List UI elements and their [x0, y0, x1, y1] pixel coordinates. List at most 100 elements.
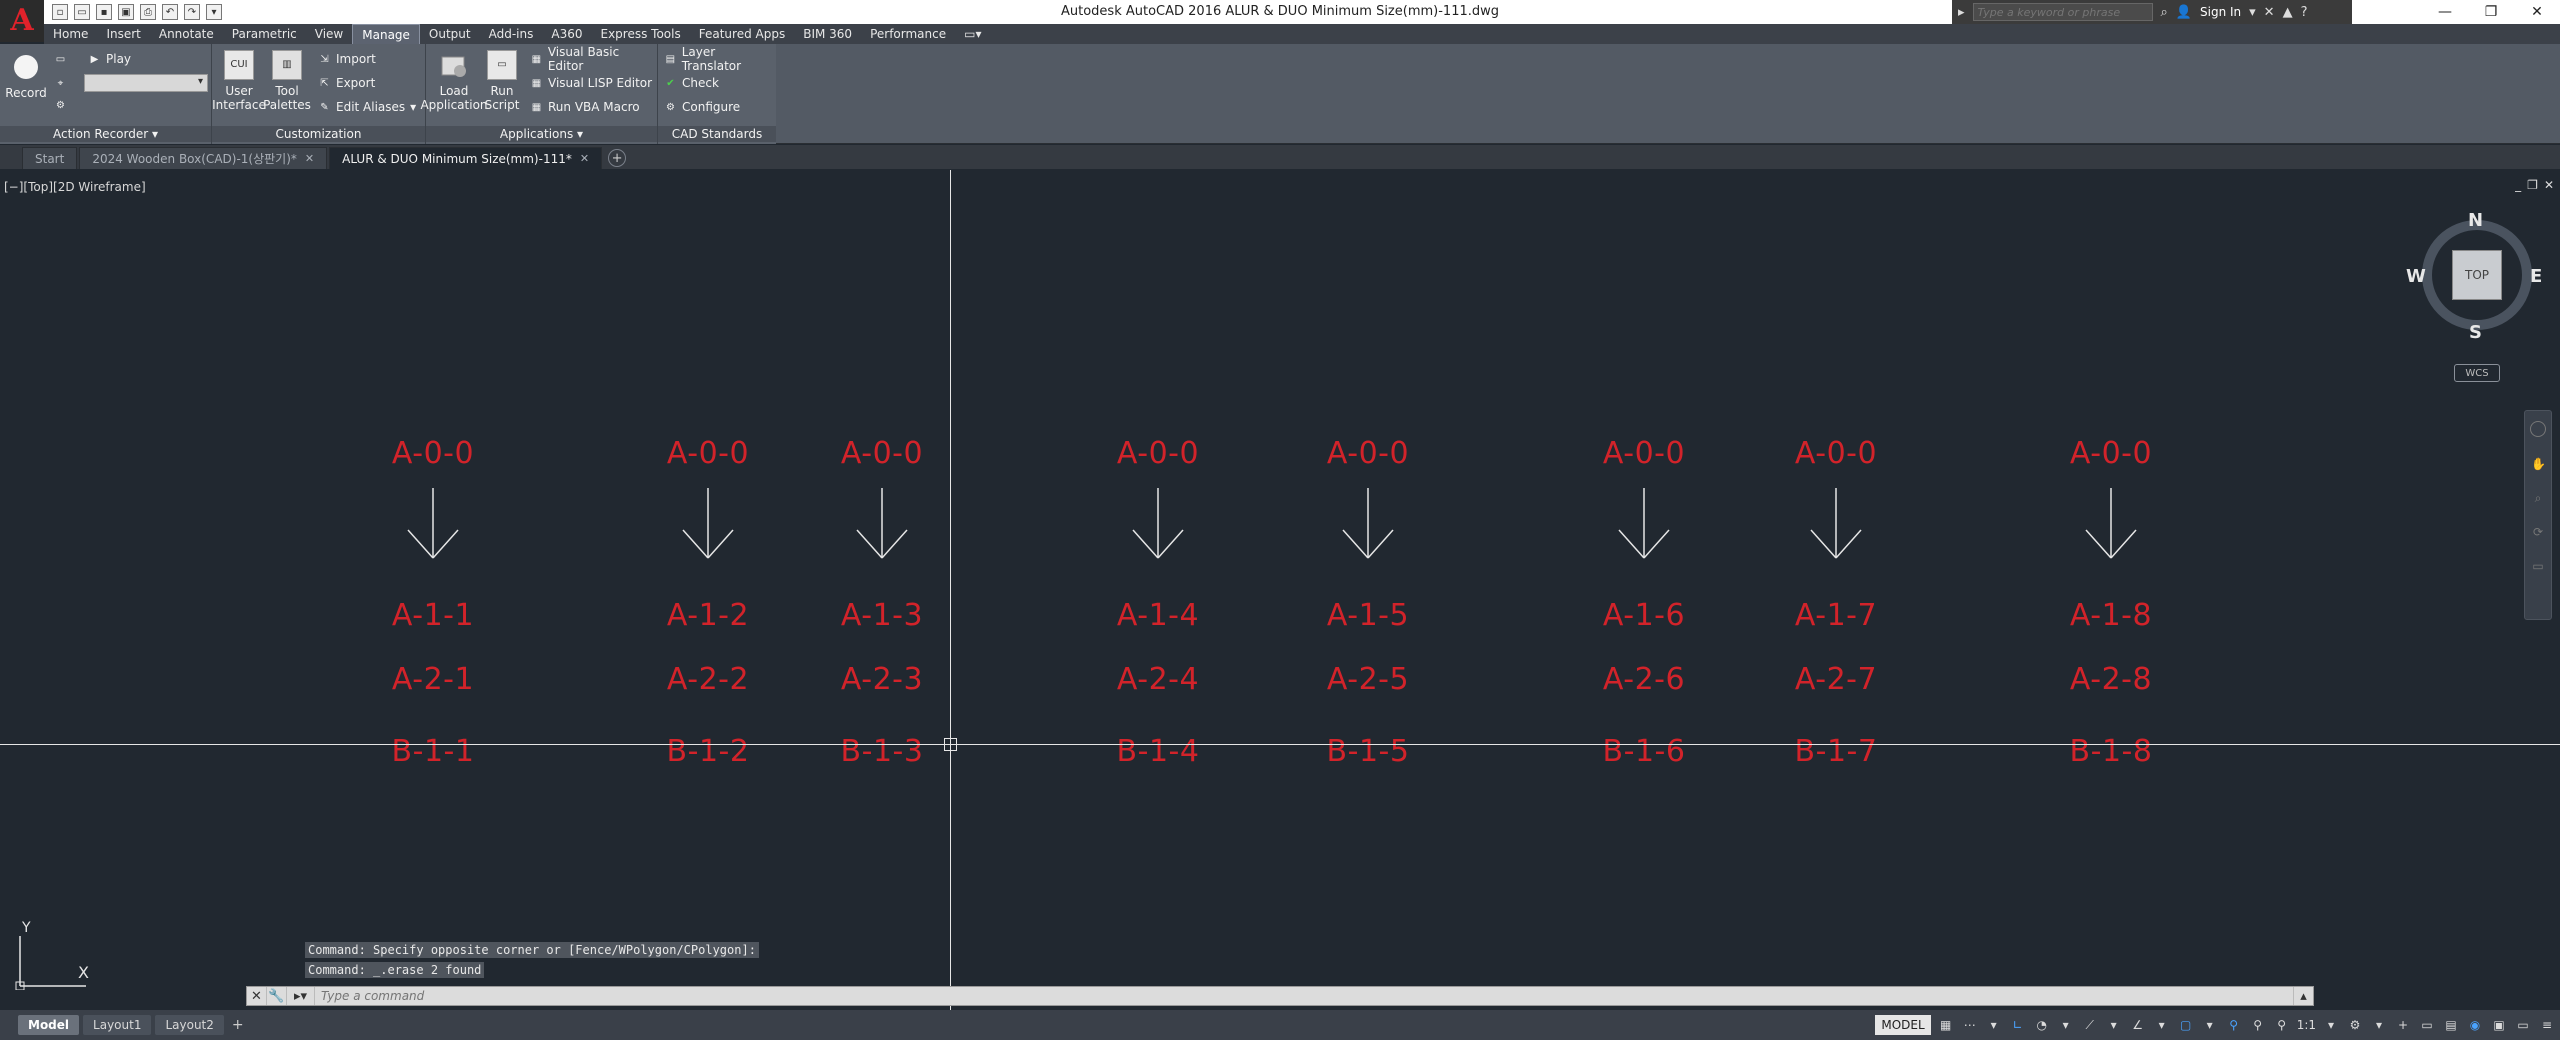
restore-icon[interactable]: ❐ — [2527, 178, 2538, 192]
object-snap-icon[interactable]: ▢ — [2177, 1016, 2195, 1034]
tab-view[interactable]: View — [306, 24, 352, 44]
play-button[interactable]: ▶ Play — [88, 50, 131, 68]
doc-tab-alur-duo[interactable]: ALUR & DUO Minimum Size(mm)-111* ✕ — [329, 147, 603, 169]
binoculars-icon[interactable]: ⌕ — [2161, 5, 2168, 20]
model-space-button[interactable]: MODEL — [1875, 1015, 1931, 1035]
drawing-canvas[interactable]: [−][Top][2D Wireframe] _ ❐ ✕ A-0-0 A-1-1… — [0, 170, 2560, 1014]
annotation-monitor-icon[interactable]: + — [2394, 1016, 2412, 1034]
zoom-icon[interactable]: ⌕ — [2531, 491, 2545, 505]
object-snap-tracking-icon[interactable]: ∠ — [2129, 1016, 2147, 1034]
viewport-controls-label[interactable]: [−][Top][2D Wireframe] — [4, 180, 146, 194]
compass-east[interactable]: E — [2530, 266, 2542, 287]
run-script-button[interactable]: ▭ Run Script — [482, 50, 522, 112]
sign-in-button[interactable]: Sign In — [2200, 5, 2241, 19]
viewcube-top-face[interactable]: TOP — [2452, 250, 2502, 300]
request-input-button[interactable]: ⌖ — [54, 74, 67, 92]
chevron-down-icon[interactable]: ▾ — [2322, 1016, 2340, 1034]
navigation-bar[interactable]: ✋ ⌕ ⟳ ▭ — [2524, 410, 2552, 620]
layout-tab-layout2[interactable]: Layout2 — [155, 1015, 224, 1035]
visual-basic-editor-button[interactable]: ▦ Visual Basic Editor — [530, 45, 657, 73]
tool-palettes-button[interactable]: ▥ Tool Palettes — [263, 50, 311, 112]
sign-in-dropdown-icon[interactable]: ▾ — [2249, 5, 2256, 20]
tab-bim-360[interactable]: BIM 360 — [794, 24, 861, 44]
tab-performance[interactable]: Performance — [861, 24, 955, 44]
annotation-visibility-icon[interactable]: ⚲ — [2225, 1016, 2243, 1034]
edit-aliases-button[interactable]: ✎ Edit Aliases ▾ — [318, 98, 416, 116]
layout-tab-model[interactable]: Model — [18, 1015, 80, 1035]
tab-output[interactable]: Output — [420, 24, 480, 44]
compass-west[interactable]: W — [2406, 266, 2426, 287]
expand-search-icon[interactable]: ▸ — [1958, 5, 1965, 20]
isodraft-icon[interactable]: ⟋ — [2081, 1016, 2099, 1034]
tab-a360[interactable]: A360 — [542, 24, 591, 44]
annotation-scale-icon[interactable]: ⚲ — [2273, 1016, 2291, 1034]
help-icon[interactable]: ? — [2301, 5, 2308, 20]
search-input[interactable] — [1972, 3, 2153, 21]
new-tab-button[interactable]: + — [608, 149, 627, 167]
tab-parametric[interactable]: Parametric — [223, 24, 306, 44]
chevron-down-icon[interactable]: ▾ — [2153, 1016, 2171, 1034]
hardware-acceleration-icon[interactable]: ▣ — [2490, 1016, 2508, 1034]
chevron-down-icon[interactable]: ▾ — [2201, 1016, 2219, 1034]
chevron-down-icon[interactable]: ▾ — [1985, 1016, 2003, 1034]
add-layout-icon[interactable]: + — [232, 1017, 244, 1033]
grid-icon[interactable]: ▦ — [1937, 1016, 1955, 1034]
panel-title-applications[interactable]: Applications ▾ — [426, 126, 657, 142]
wcs-menu[interactable]: WCS — [2454, 364, 2500, 382]
quick-properties-icon[interactable]: ▤ — [2442, 1016, 2460, 1034]
stay-connected-icon[interactable]: ▲ — [2283, 5, 2293, 20]
expand-history-icon[interactable]: ▴ — [2293, 987, 2313, 1005]
tab-insert[interactable]: Insert — [97, 24, 149, 44]
showmotion-icon[interactable]: ▭ — [2531, 559, 2545, 573]
import-button[interactable]: ⇲ Import — [318, 50, 376, 68]
tab-manage[interactable]: Manage — [352, 24, 420, 44]
close-icon[interactable]: ✕ — [2514, 0, 2560, 24]
command-input[interactable] — [315, 987, 2293, 1005]
panel-title-action-recorder[interactable]: Action Recorder ▾ — [0, 126, 211, 142]
load-application-button[interactable]: Load Application — [420, 50, 488, 112]
doc-tab-start[interactable]: Start — [22, 147, 78, 169]
minimize-icon[interactable]: _ — [2515, 178, 2521, 192]
tab-home[interactable]: Home — [44, 24, 97, 44]
chevron-down-icon[interactable]: ▾ — [2370, 1016, 2388, 1034]
minimize-icon[interactable]: — — [2422, 0, 2468, 24]
restore-icon[interactable]: ❐ — [2468, 0, 2514, 24]
units-icon[interactable]: ▭ — [2418, 1016, 2436, 1034]
orbit-icon[interactable]: ⟳ — [2531, 525, 2545, 539]
configure-button[interactable]: ⚙ Configure — [664, 98, 740, 116]
chevron-down-icon[interactable]: ▾ — [2105, 1016, 2123, 1034]
compass-north[interactable]: N — [2468, 210, 2483, 231]
tab-featured-apps[interactable]: Featured Apps — [690, 24, 794, 44]
layout-tab-layout1[interactable]: Layout1 — [83, 1015, 152, 1035]
doc-tab-wooden-box[interactable]: 2024 Wooden Box(CAD)-1(상판기)* ✕ — [79, 147, 328, 170]
compass-south[interactable]: S — [2469, 322, 2482, 343]
customization-menu-icon[interactable]: ≡ — [2538, 1016, 2556, 1034]
viewcube[interactable]: TOP N S E W WCS — [2406, 210, 2542, 382]
user-icon[interactable]: 👤 — [2176, 5, 2192, 20]
close-icon[interactable]: ✕ — [247, 987, 267, 1005]
pan-icon[interactable]: ✋ — [2531, 457, 2546, 471]
export-button[interactable]: ⇱ Export — [318, 74, 375, 92]
close-icon[interactable]: ✕ — [305, 148, 314, 170]
exchange-apps-icon[interactable]: ✕ — [2264, 5, 2275, 20]
tab-annotate[interactable]: Annotate — [150, 24, 223, 44]
record-button[interactable]: Record — [5, 52, 47, 100]
polar-icon[interactable]: ◔ — [2033, 1016, 2051, 1034]
clean-screen-icon[interactable]: ▭ — [2514, 1016, 2532, 1034]
ortho-icon[interactable]: ∟ — [2009, 1016, 2027, 1034]
insert-message-button[interactable]: ▭ — [54, 50, 67, 68]
chevron-down-icon[interactable]: ▾ — [2057, 1016, 2075, 1034]
ribbon-display-toggle-icon[interactable]: ▭▾ — [955, 24, 990, 44]
snap-icon[interactable]: ⋯ — [1961, 1016, 1979, 1034]
tab-express-tools[interactable]: Express Tools — [592, 24, 690, 44]
tab-add-ins[interactable]: Add-ins — [480, 24, 543, 44]
layer-translator-button[interactable]: ▤ Layer Translator — [664, 45, 776, 73]
user-interface-button[interactable]: CUI User Interface — [212, 50, 266, 112]
close-icon[interactable]: ✕ — [2544, 178, 2554, 192]
check-button[interactable]: ✔ Check — [664, 74, 719, 92]
customize-icon[interactable]: 🔧 — [267, 987, 287, 1005]
isolate-objects-icon[interactable]: ◉ — [2466, 1016, 2484, 1034]
steering-wheel-icon[interactable] — [2530, 421, 2546, 437]
workspace-switch-icon[interactable]: ⚙ — [2346, 1016, 2364, 1034]
run-vba-macro-button[interactable]: ▦ Run VBA Macro — [530, 98, 640, 116]
